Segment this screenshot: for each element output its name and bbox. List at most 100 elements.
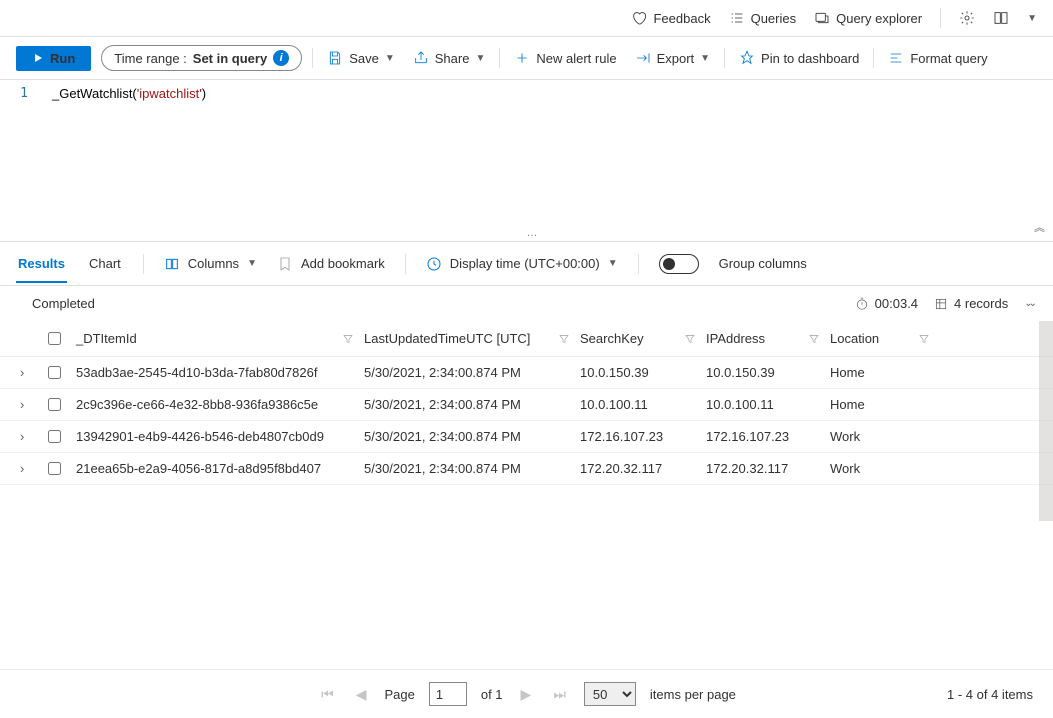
elapsed-value: 00:03.4 <box>875 296 918 311</box>
row-checkbox[interactable] <box>48 366 76 379</box>
table-row[interactable]: ›53adb3ae-2545-4d10-b3da-7fab80d7826f5/3… <box>0 357 1053 389</box>
results-grid: _DTItemId LastUpdatedTimeUTC [UTC] Searc… <box>0 321 1053 669</box>
group-columns-label: Group columns <box>719 256 807 271</box>
cell-location: Home <box>830 397 940 412</box>
line-number: 1 <box>0 80 36 107</box>
list-icon <box>729 10 745 26</box>
export-button[interactable]: Export ▼ <box>631 50 714 66</box>
format-button[interactable]: Format query <box>884 50 991 66</box>
heart-icon <box>631 10 647 26</box>
col-lastupdated[interactable]: LastUpdatedTimeUTC [UTC] <box>364 331 580 346</box>
run-label: Run <box>50 51 75 66</box>
alert-label: New alert rule <box>536 51 616 66</box>
cell-searchkey: 10.0.100.11 <box>580 397 706 412</box>
cell-location: Home <box>830 365 940 380</box>
queries-link[interactable]: Queries <box>729 10 797 26</box>
tab-results[interactable]: Results <box>16 244 67 283</box>
checkbox-header[interactable] <box>48 332 76 345</box>
page-size-select[interactable]: 50 <box>584 682 636 706</box>
code-string: 'ipwatchlist' <box>137 86 202 101</box>
page-label: Page <box>384 687 414 702</box>
time-range-pill[interactable]: Time range : Set in query i <box>101 45 302 71</box>
query-editor[interactable]: 1 _GetWatchlist('ipwatchlist') … ︽ <box>0 80 1053 242</box>
separator <box>940 8 941 28</box>
table-row[interactable]: ›2c9c396e-ce66-4e32-8bb8-936fa9386c5e5/3… <box>0 389 1053 421</box>
separator <box>499 48 500 68</box>
chevron-down-icon: ▼ <box>700 53 710 64</box>
filter-icon[interactable] <box>684 333 696 345</box>
filter-icon[interactable] <box>808 333 820 345</box>
page-input[interactable] <box>429 682 467 706</box>
first-page-button[interactable]: ⏮ <box>317 686 338 703</box>
expand-row-icon[interactable]: › <box>20 397 48 412</box>
grid-body: › 53adb3ae-2545-4d10-b3da-7fab80d7826f 5/3… <box>0 357 1053 485</box>
chevron-down-icon: ▼ <box>608 258 618 269</box>
results-tabs: Results Chart Columns ▼ Add bookmark Dis… <box>0 242 1053 286</box>
queries-label: Queries <box>751 11 797 26</box>
display-time-button[interactable]: Display time (UTC+00:00) ▼ <box>426 256 618 272</box>
panels-icon[interactable] <box>993 10 1009 26</box>
cell-searchkey: 172.16.107.23 <box>580 429 706 444</box>
chevron-down-icon[interactable]: ▼ <box>1027 13 1037 24</box>
save-button[interactable]: Save ▼ <box>323 50 399 66</box>
col-searchkey[interactable]: SearchKey <box>580 331 706 346</box>
info-icon: i <box>273 50 289 66</box>
explorer-icon <box>814 10 830 26</box>
expand-row-icon[interactable]: › <box>20 365 48 380</box>
query-explorer-link[interactable]: Query explorer <box>814 10 922 26</box>
col-location[interactable]: Location <box>830 331 940 346</box>
cell-location: Work <box>830 461 940 476</box>
row-checkbox[interactable] <box>48 430 76 443</box>
chevron-down-icon: ▼ <box>475 53 485 64</box>
scrollbar[interactable] <box>1039 321 1053 521</box>
chevron-down-icon: ▼ <box>247 258 257 269</box>
time-range-label: Time range : <box>114 51 187 66</box>
filter-icon[interactable] <box>918 333 930 345</box>
next-page-button[interactable]: ▶ <box>517 686 536 703</box>
collapse-icon[interactable]: ︽ <box>1034 219 1045 235</box>
row-checkbox[interactable] <box>48 462 76 475</box>
share-icon <box>413 50 429 66</box>
play-icon <box>32 52 44 64</box>
pin-button[interactable]: Pin to dashboard <box>735 50 863 66</box>
elapsed-time: 00:03.4 <box>855 296 918 311</box>
chevron-double-down-icon[interactable]: ⌄⌄ <box>1024 298 1033 309</box>
explorer-label: Query explorer <box>836 11 922 26</box>
new-alert-button[interactable]: New alert rule <box>510 50 620 66</box>
save-icon <box>327 50 343 66</box>
table-row[interactable]: ›21eea65b-e2a9-4056-817d-a8d95f8bd4075/3… <box>0 453 1053 485</box>
settings-icon[interactable] <box>959 10 975 26</box>
stopwatch-icon <box>855 297 869 311</box>
columns-button[interactable]: Columns ▼ <box>164 256 257 272</box>
tab-chart[interactable]: Chart <box>87 244 123 283</box>
expand-row-icon[interactable]: › <box>20 429 48 444</box>
col-ipaddress[interactable]: IPAddress <box>706 331 830 346</box>
separator <box>724 48 725 68</box>
group-columns-toggle[interactable] <box>659 254 699 274</box>
separator <box>143 254 144 274</box>
feedback-link[interactable]: Feedback <box>631 10 710 26</box>
cell-searchkey: 172.20.32.117 <box>580 461 706 476</box>
export-label: Export <box>657 51 695 66</box>
status-completed: Completed <box>32 296 95 311</box>
feedback-label: Feedback <box>653 11 710 26</box>
export-icon <box>635 50 651 66</box>
filter-icon[interactable] <box>342 333 354 345</box>
last-page-button[interactable]: ⏭ <box>549 686 570 703</box>
pin-icon <box>739 50 755 66</box>
cell-time: 5/30/2021, 2:34:00.874 PM <box>364 429 580 444</box>
code-close: ) <box>202 86 206 101</box>
separator <box>873 48 874 68</box>
separator <box>638 254 639 274</box>
col-dtitemid[interactable]: _DTItemId <box>76 331 364 346</box>
row-checkbox[interactable] <box>48 398 76 411</box>
filter-icon[interactable] <box>558 333 570 345</box>
resize-handle[interactable]: … <box>527 227 540 239</box>
status-bar: Completed 00:03.4 4 records ⌄⌄ <box>0 286 1053 321</box>
prev-page-button[interactable]: ◀ <box>352 686 371 703</box>
table-row[interactable]: ›13942901-e4b9-4426-b546-deb4807cb0d95/3… <box>0 421 1053 453</box>
run-button[interactable]: Run <box>16 46 91 71</box>
expand-row-icon[interactable]: › <box>20 461 48 476</box>
share-button[interactable]: Share ▼ <box>409 50 490 66</box>
cell-dtitemid: 53adb3ae-2545-4d10-b3da-7fab80d7826f <box>76 365 364 380</box>
